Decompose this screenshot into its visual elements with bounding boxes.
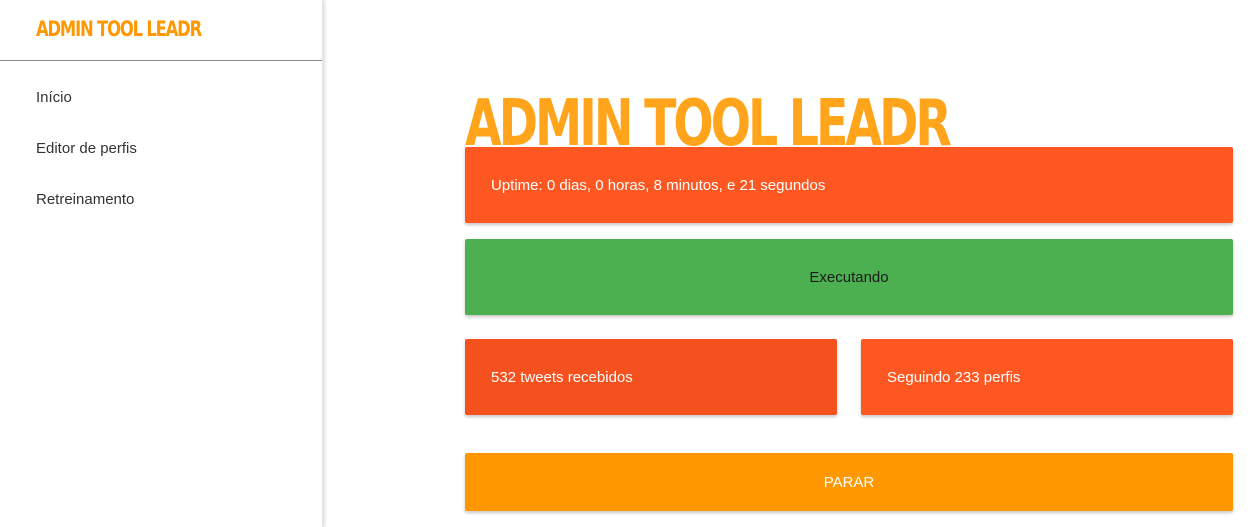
tweets-received-card: 532 tweets recebidos xyxy=(465,339,837,415)
sidebar-nav: Início Editor de perfis Retreinamento xyxy=(0,72,322,225)
uptime-text: Uptime: 0 dias, 0 horas, 8 minutos, e 21… xyxy=(491,176,826,194)
main-content: ADMIN TOOL LEADR Uptime: 0 dias, 0 horas… xyxy=(465,0,1233,527)
sidebar-brand[interactable]: ADMIN TOOL LEADR xyxy=(36,9,202,49)
sidebar-item-retreinamento[interactable]: Retreinamento xyxy=(0,174,322,225)
sidebar-item-inicio[interactable]: Início xyxy=(0,72,322,123)
sidebar-divider xyxy=(0,60,322,61)
app-root: ADMIN TOOL LEADR Início Editor de perfis… xyxy=(0,0,1250,527)
status-text: Executando xyxy=(809,268,889,286)
status-card: Executando xyxy=(465,239,1233,315)
tweets-received-text: 532 tweets recebidos xyxy=(491,368,633,386)
following-profiles-text: Seguindo 233 perfis xyxy=(887,368,1021,386)
stop-button[interactable]: PARAR xyxy=(465,453,1233,511)
sidebar-item-editor-de-perfis[interactable]: Editor de perfis xyxy=(0,123,322,174)
following-profiles-card: Seguindo 233 perfis xyxy=(861,339,1233,415)
uptime-card: Uptime: 0 dias, 0 horas, 8 minutos, e 21… xyxy=(465,147,1233,223)
sidebar: ADMIN TOOL LEADR Início Editor de perfis… xyxy=(0,0,323,527)
